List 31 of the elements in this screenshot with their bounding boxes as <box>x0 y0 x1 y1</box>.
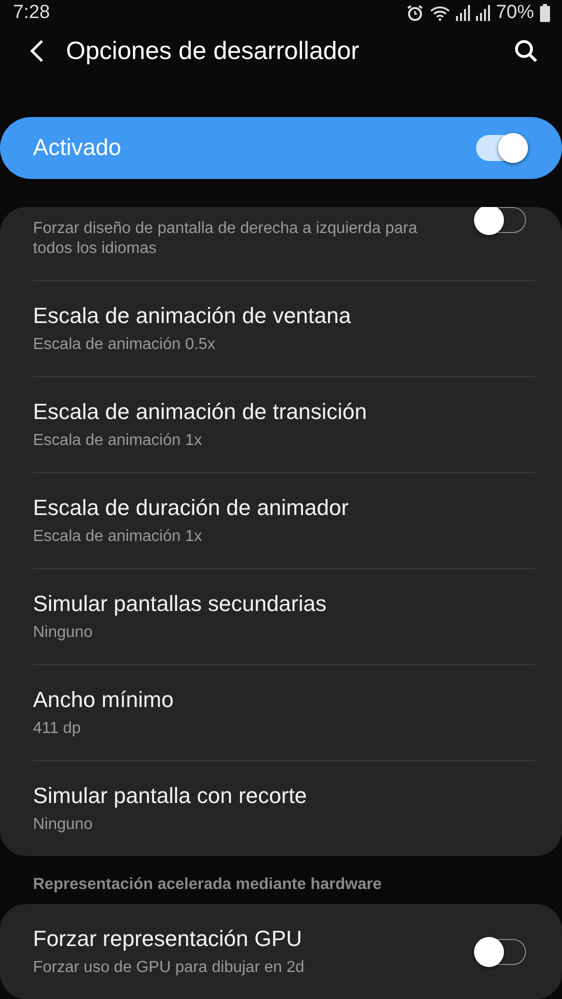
setting-summary: 411 dp <box>33 718 82 738</box>
setting-title: Ancho mínimo <box>33 686 175 712</box>
setting-title: Simular pantalla con recorte <box>33 782 308 808</box>
setting-summary: Forzar uso de GPU para dibujar en 2d <box>33 958 306 978</box>
setting-summary: Forzar diseño de pantalla de derecha a izquierda para todos los idiomas <box>33 219 418 259</box>
setting-title: Simular pantallas secundarias <box>33 590 328 616</box>
back-icon[interactable] <box>30 39 44 64</box>
alarm-icon <box>406 4 424 22</box>
setting-title: Forzar representación GPU <box>33 926 303 952</box>
setting-summary: Escala de animación 0.5x <box>33 334 216 354</box>
setting-title: Escala de duración de animador <box>33 494 350 520</box>
section-heading: Representación acelerada mediante hardware <box>32 875 383 895</box>
toggle-switch[interactable] <box>476 938 526 964</box>
setting-title: Escala de animación de ventana <box>33 302 352 328</box>
battery-icon <box>540 4 550 22</box>
toggle-switch[interactable] <box>476 134 526 161</box>
setting-summary: Ninguno <box>33 814 94 834</box>
battery-percent: 70% <box>496 2 534 24</box>
wifi-icon <box>430 4 450 21</box>
page-title: Opciones de desarrollador <box>66 36 360 66</box>
setting-summary: Escala de animación 1x <box>33 526 203 546</box>
master-switch-label: Activado <box>33 134 122 162</box>
search-icon[interactable] <box>514 39 538 64</box>
setting-summary: Ninguno <box>33 622 94 642</box>
master-switch-bar[interactable]: Activado <box>0 116 562 179</box>
signal-icon <box>456 4 470 21</box>
status-time: 7:28 <box>13 2 50 24</box>
setting-title: Escala de animación de transición <box>33 398 368 424</box>
toggle-switch[interactable] <box>476 207 526 233</box>
signal-icon <box>476 4 490 21</box>
setting-summary: Escala de animación 1x <box>33 430 203 450</box>
